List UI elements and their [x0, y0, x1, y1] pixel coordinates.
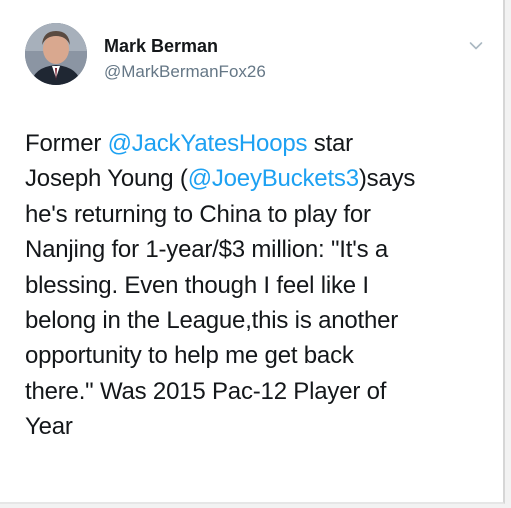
text-segment: )says: [358, 165, 416, 193]
tweet-line: Joseph Young (@JoeyBuckets3)says: [25, 161, 490, 196]
tweet-card: Mark Berman @MarkBermanFox26 Former @Jac…: [0, 0, 505, 504]
author-display-name[interactable]: Mark Berman: [104, 36, 218, 56]
author-handle[interactable]: @MarkBermanFox26: [104, 62, 266, 82]
profile-photo: [25, 23, 87, 85]
tweet-line: blessing. Even though I feel like I: [25, 271, 369, 299]
text-segment: Former: [25, 130, 108, 157]
tweet-text: Former @JackYatesHoops star Joseph Young…: [25, 126, 490, 445]
mention-link-joeybuckets3[interactable]: @JoeyBuckets3: [188, 165, 359, 192]
mention-link-jackyateshoops[interactable]: @JackYatesHoops: [108, 130, 308, 157]
tweet-line: opportunity to help me get back: [25, 342, 354, 370]
chevron-down-icon[interactable]: [469, 41, 483, 51]
text-segment: star: [307, 130, 353, 157]
tweet-line: Nanjing for 1-year/$3 million: "It's a: [25, 236, 388, 264]
avatar[interactable]: [25, 23, 87, 85]
tweet-line: Year: [25, 413, 73, 441]
text-segment: Joseph Young (: [25, 165, 188, 193]
tweet-line: Former @JackYatesHoops star: [25, 126, 490, 161]
tweet-line: there." Was 2015 Pac-12 Player of: [25, 377, 387, 405]
tweet-line: belong in the League,this is another: [25, 307, 399, 335]
tweet-line: he's returning to China to play for: [25, 200, 371, 228]
